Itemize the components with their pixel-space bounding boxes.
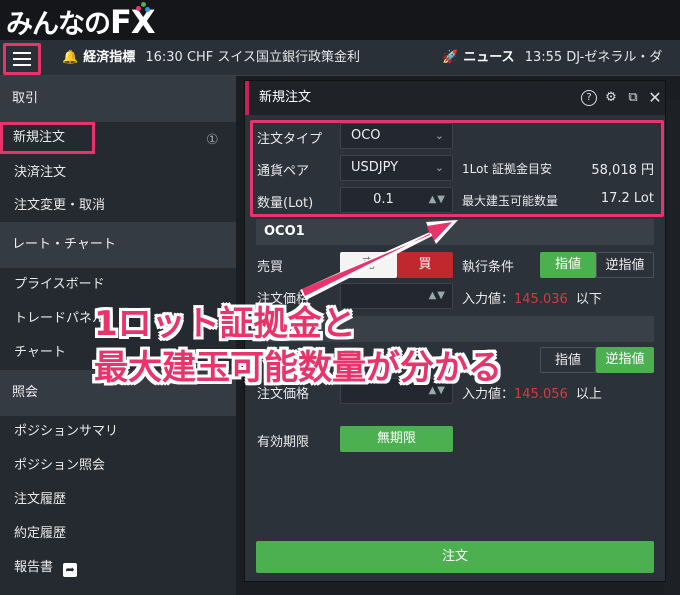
sidebar-item-report[interactable]: 報告書 ➦: [0, 552, 120, 584]
expiry-label: 有効期限: [257, 435, 310, 450]
sidebar-item-position-summary[interactable]: ポジションサマリ: [0, 416, 236, 448]
help-icon[interactable]: ?: [581, 90, 597, 106]
input-hint-1: 入力値：145.036 以下: [462, 292, 602, 307]
logo-dots-icon: [136, 2, 150, 12]
input-value-2: 145.056: [514, 387, 568, 402]
expiry-button[interactable]: 無期限: [340, 426, 453, 452]
order-button[interactable]: 注文: [256, 541, 654, 573]
annotation-line-1: 1ロット証拠金と: [94, 304, 356, 344]
popout-icon[interactable]: ⧉: [625, 90, 641, 106]
sidebar-item-settle[interactable]: 決済注文: [0, 157, 236, 189]
section-trade[interactable]: 取引: [0, 76, 236, 122]
chart-right-edge: [664, 100, 680, 595]
gear-icon[interactable]: ⚙: [603, 90, 619, 106]
econ-ticker[interactable]: 🔔 経済指標 16:30 CHF スイス国立銀行政策金利: [62, 40, 360, 76]
sidebar-item-order-history[interactable]: 注文履歴: [0, 484, 236, 516]
menu-button[interactable]: [3, 43, 41, 75]
bell-icon: 🔔: [62, 50, 79, 65]
sidebar-badge-row: ①: [0, 124, 236, 156]
brand-logo: みんなのFX: [6, 2, 156, 41]
input-value-1: 145.036: [514, 292, 568, 307]
annotation-line-2: 最大建玉可能数量が分かる: [94, 348, 502, 388]
stepper-arrows-icon[interactable]: ▲▼: [429, 284, 446, 308]
side-label: 売買: [257, 260, 284, 275]
ticker-bar: 🔔 経済指標 16:30 CHF スイス国立銀行政策金利 🚀 ニュース 13:55 …: [0, 40, 680, 76]
external-link-icon: ➦: [63, 563, 78, 577]
highlight-box: [250, 120, 664, 217]
brand-bar: みんなのFX: [0, 0, 680, 41]
sidebar-item-exec-history[interactable]: 約定履歴: [0, 518, 236, 550]
stop-toggle[interactable]: 逆指値: [596, 252, 654, 278]
cond-label: 執行条件: [462, 260, 515, 275]
econ-label: 経済指標: [83, 50, 136, 65]
report-label: 報告書: [14, 560, 54, 575]
hamburger-icon: [13, 52, 31, 54]
close-icon[interactable]: ✕: [647, 90, 663, 106]
limit-toggle-2[interactable]: 指値: [540, 347, 596, 373]
limit-toggle[interactable]: 指値: [540, 252, 596, 278]
dialog-title: 新規注文: [259, 90, 312, 105]
sidebar-item-position-inquiry[interactable]: ポジション照会: [0, 450, 236, 482]
dialog-header: 新規注文 ? ⚙ ⧉ ✕: [245, 81, 665, 115]
price-input[interactable]: ▲▼: [340, 283, 453, 309]
info-circle-icon: ①: [206, 132, 219, 148]
oco1-header: OCO1: [256, 219, 654, 245]
econ-text: 16:30 CHF スイス国立銀行政策金利: [145, 50, 361, 65]
sidebar-item-modify[interactable]: 注文変更・取消: [0, 190, 236, 222]
news-text: 13:55 DJ-ゼネラル・ダ: [524, 50, 663, 65]
brand-name: みんなの: [6, 9, 111, 40]
rocket-icon: 🚀: [442, 50, 459, 65]
news-ticker[interactable]: 🚀 ニュース 13:55 DJ-ゼネラル・ダ: [442, 40, 662, 76]
sell-toggle[interactable]: 売: [340, 252, 397, 278]
buy-toggle[interactable]: 買: [397, 252, 453, 278]
section-rate-chart[interactable]: レート・チャート: [0, 222, 236, 268]
stop-toggle-2[interactable]: 逆指値: [596, 347, 654, 373]
news-label: ニュース: [463, 50, 515, 65]
